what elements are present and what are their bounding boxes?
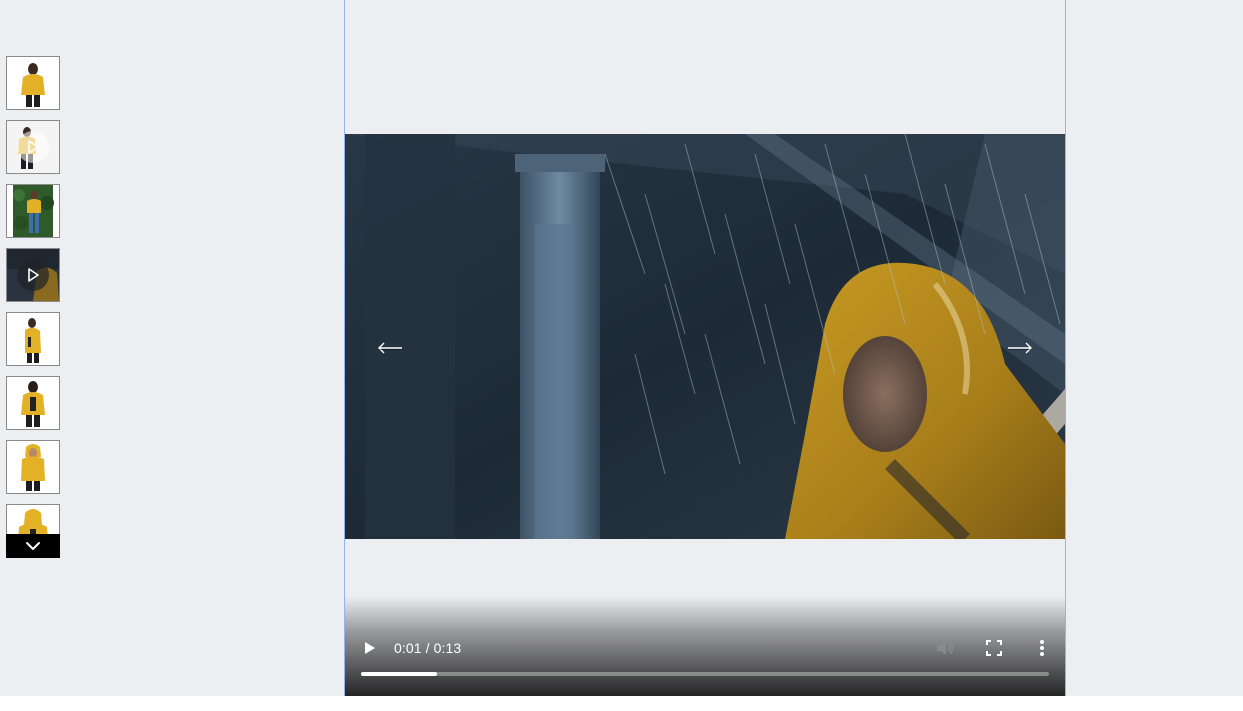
volume-muted-icon bbox=[937, 641, 954, 655]
thumbnail-1[interactable] bbox=[6, 56, 60, 110]
play-icon bbox=[17, 131, 49, 163]
product-photo-back bbox=[7, 377, 59, 429]
thumbnail-2-video[interactable] bbox=[6, 120, 60, 174]
main-media-viewer: 0:01 / 0:13 bbox=[344, 0, 1066, 696]
fullscreen-icon bbox=[986, 640, 1002, 656]
video-frame[interactable] bbox=[345, 134, 1065, 539]
play-icon bbox=[17, 259, 49, 291]
thumbnail-6[interactable] bbox=[6, 376, 60, 430]
video-mute-button[interactable] bbox=[934, 638, 956, 658]
thumbnail-3[interactable] bbox=[6, 184, 60, 238]
product-photo-hood bbox=[7, 441, 59, 493]
chevron-down-icon bbox=[26, 542, 40, 550]
thumbnail-rail bbox=[6, 56, 60, 558]
product-media-page: 0:01 / 0:13 bbox=[0, 0, 1243, 711]
product-photo-side bbox=[7, 313, 59, 365]
more-options-icon bbox=[1040, 640, 1044, 656]
arrow-right-icon bbox=[1008, 342, 1032, 354]
video-progress-bar[interactable] bbox=[361, 672, 1049, 676]
play-icon bbox=[365, 642, 375, 654]
previous-media-button[interactable] bbox=[375, 337, 405, 359]
video-more-options-button[interactable] bbox=[1032, 638, 1052, 658]
video-play-button[interactable] bbox=[361, 639, 379, 657]
video-time-display: 0:01 / 0:13 bbox=[394, 640, 462, 656]
product-photo-lifestyle bbox=[7, 185, 59, 237]
thumbnail-4-video[interactable] bbox=[6, 248, 60, 302]
video-fullscreen-button[interactable] bbox=[984, 638, 1004, 658]
next-media-button[interactable] bbox=[1005, 337, 1035, 359]
thumbnail-scroll-down-button[interactable] bbox=[6, 534, 60, 558]
thumbnail-7[interactable] bbox=[6, 440, 60, 494]
video-still-rain-scene bbox=[345, 134, 1065, 539]
arrow-left-icon bbox=[378, 342, 402, 354]
video-progress-fill bbox=[361, 672, 437, 676]
product-photo-front bbox=[7, 57, 59, 109]
thumbnail-5[interactable] bbox=[6, 312, 60, 366]
